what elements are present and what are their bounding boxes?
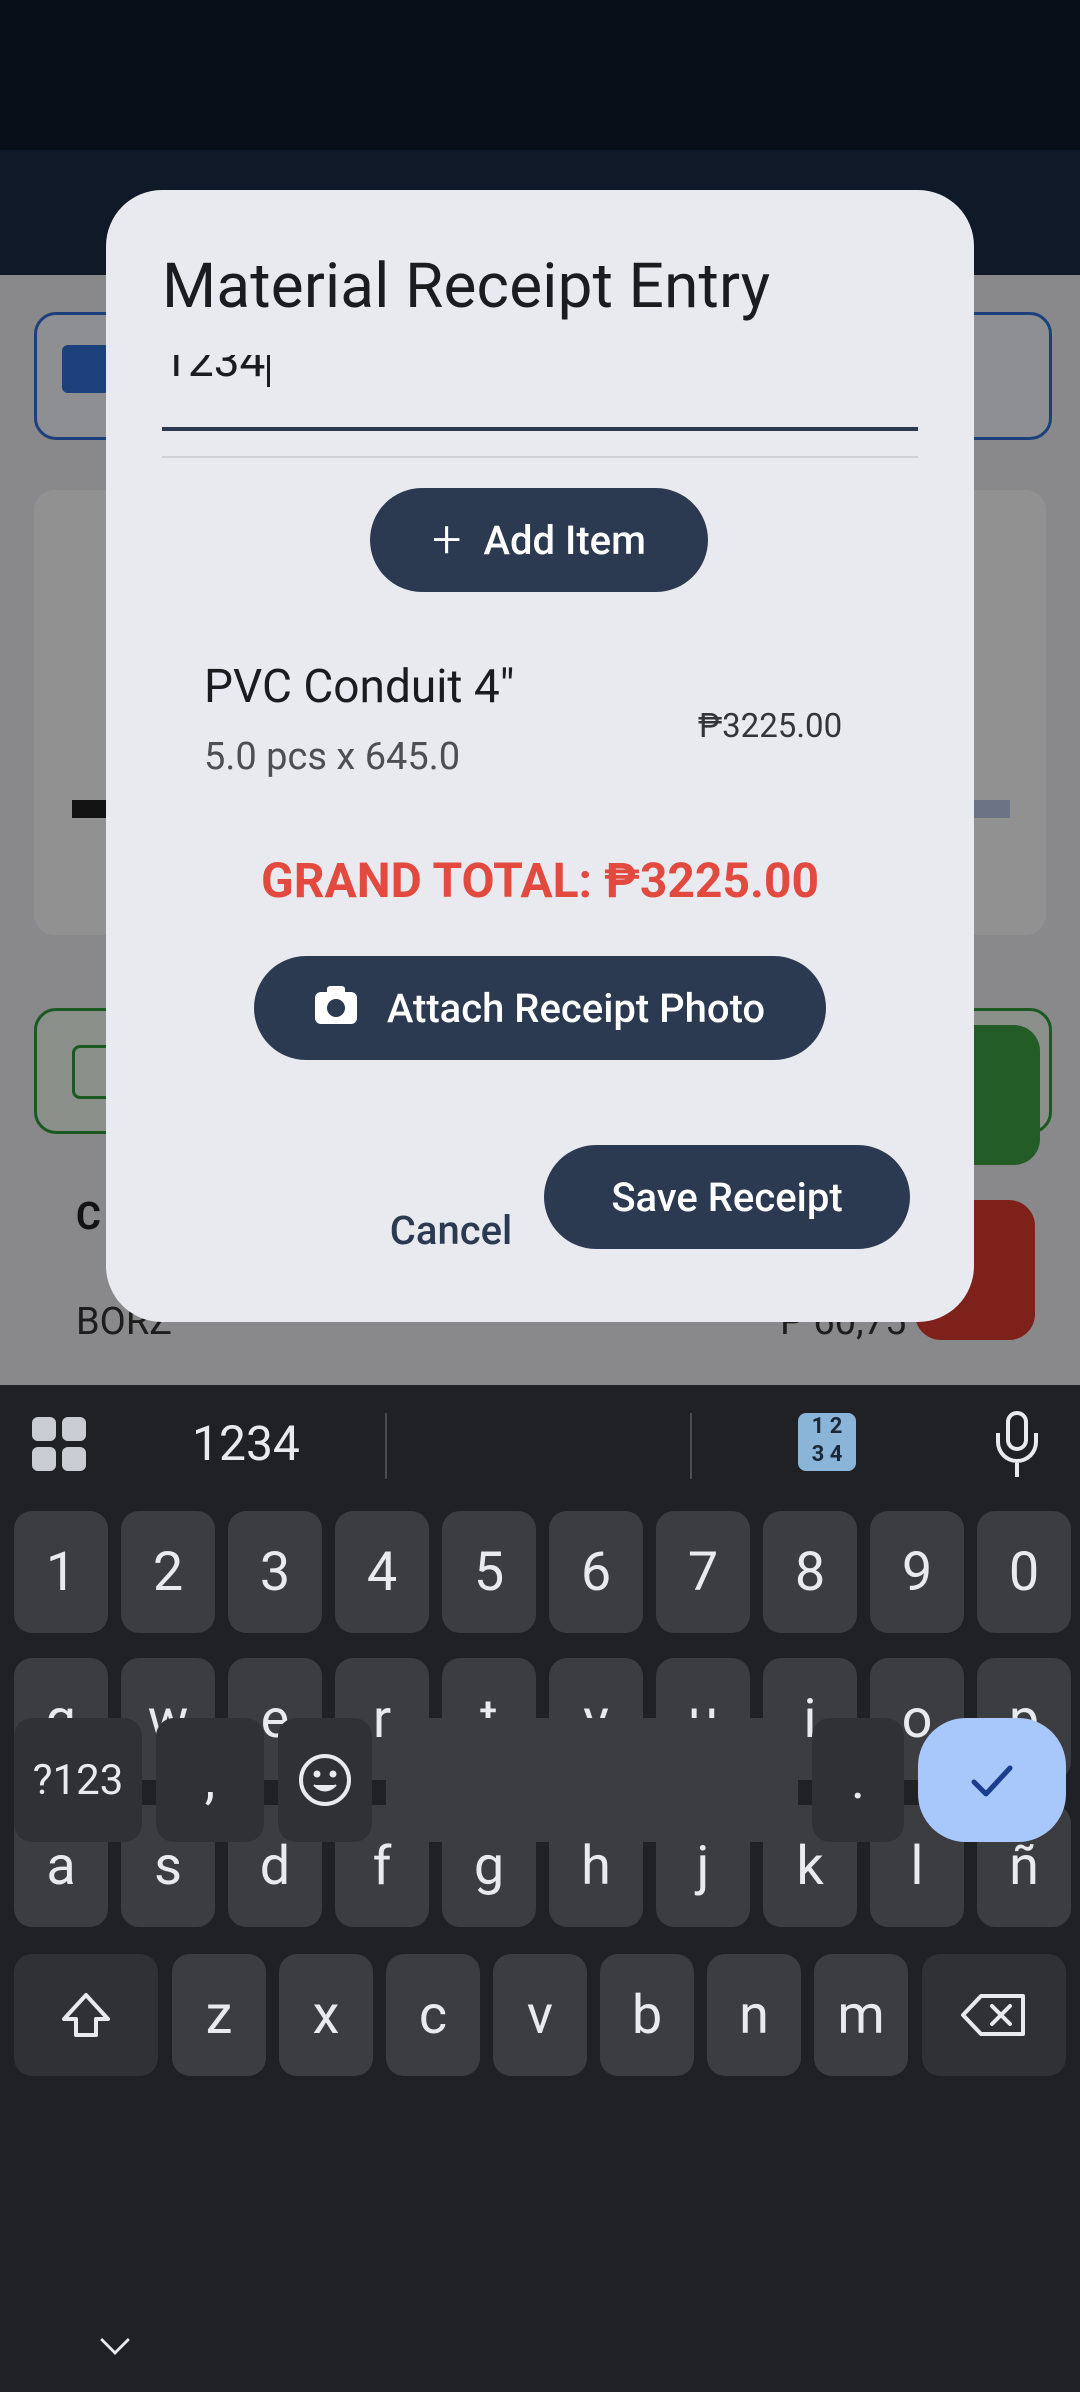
backspace-icon xyxy=(961,1994,1025,2036)
number-key[interactable]: 0 xyxy=(977,1511,1071,1633)
add-item-label: Add Item xyxy=(483,516,646,564)
number-key[interactable]: 2 xyxy=(121,1511,215,1633)
emoji-key[interactable] xyxy=(278,1718,372,1842)
grand-total: GRAND TOTAL: ₱3225.00 xyxy=(261,852,819,909)
letter-key[interactable]: m xyxy=(814,1954,908,2076)
add-item-button[interactable]: + Add Item xyxy=(370,488,708,592)
receipt-number-input[interactable]: 1234 xyxy=(162,355,918,431)
item-name: PVC Conduit 4" xyxy=(204,660,515,714)
material-receipt-dialog: Material Receipt Entry 1234 + Add Item P… xyxy=(106,190,974,1322)
shift-icon xyxy=(62,1993,110,2037)
comma-key[interactable]: , xyxy=(156,1718,264,1842)
input-value: 1234 xyxy=(162,355,266,388)
number-key[interactable]: 1 xyxy=(14,1511,108,1633)
divider xyxy=(162,456,918,458)
microphone-icon[interactable] xyxy=(992,1411,1044,1481)
number-key[interactable]: 6 xyxy=(549,1511,643,1633)
camera-icon xyxy=(314,986,357,1024)
letter-key[interactable]: b xyxy=(600,1954,694,2076)
suggestion-word[interactable]: 1234 xyxy=(192,1415,300,1472)
plus-icon: + xyxy=(432,509,462,570)
save-receipt-button[interactable]: Save Receipt xyxy=(544,1145,910,1249)
soft-keyboard: 1234 1 23 4 1234567890qwertyuiopasdfghjk… xyxy=(0,1385,1080,2392)
number-key[interactable]: 5 xyxy=(442,1511,536,1633)
attach-receipt-photo-button[interactable]: Attach Receipt Photo xyxy=(254,956,826,1060)
shift-key[interactable] xyxy=(14,1954,158,2076)
numpad-icon[interactable]: 1 23 4 xyxy=(798,1413,856,1471)
dialog-title: Material Receipt Entry xyxy=(162,250,771,323)
letter-key[interactable]: n xyxy=(707,1954,801,2076)
letter-key[interactable]: z xyxy=(172,1954,266,2076)
backspace-key[interactable] xyxy=(922,1954,1066,2076)
suggestion-separator xyxy=(690,1413,692,1479)
item-price: ₱3225.00 xyxy=(698,707,843,746)
emoji-icon xyxy=(299,1754,351,1806)
space-key[interactable] xyxy=(386,1718,798,1842)
number-key[interactable]: 9 xyxy=(870,1511,964,1633)
suggestion-strip: 1234 1 23 4 xyxy=(0,1385,1080,1505)
apps-grid-icon[interactable] xyxy=(32,1417,86,1471)
item-quantity-detail: 5.0 pcs x 645.0 xyxy=(204,735,461,779)
letter-key[interactable]: v xyxy=(493,1954,587,2076)
hide-keyboard-chevron-icon[interactable] xyxy=(100,2325,130,2355)
attach-label: Attach Receipt Photo xyxy=(386,984,766,1032)
period-key[interactable]: . xyxy=(812,1718,904,1842)
suggestion-separator xyxy=(385,1413,387,1479)
number-key[interactable]: 7 xyxy=(656,1511,750,1633)
cancel-button[interactable]: Cancel xyxy=(346,1190,556,1270)
text-caret xyxy=(267,355,271,387)
number-key[interactable]: 8 xyxy=(763,1511,857,1633)
number-key[interactable]: 4 xyxy=(335,1511,429,1633)
symbols-key[interactable]: ?123 xyxy=(14,1718,142,1842)
checkmark-icon xyxy=(971,1765,1013,1797)
number-key[interactable]: 3 xyxy=(228,1511,322,1633)
letter-key[interactable]: x xyxy=(279,1954,373,2076)
letter-key[interactable]: c xyxy=(386,1954,480,2076)
enter-key[interactable] xyxy=(918,1718,1066,1842)
